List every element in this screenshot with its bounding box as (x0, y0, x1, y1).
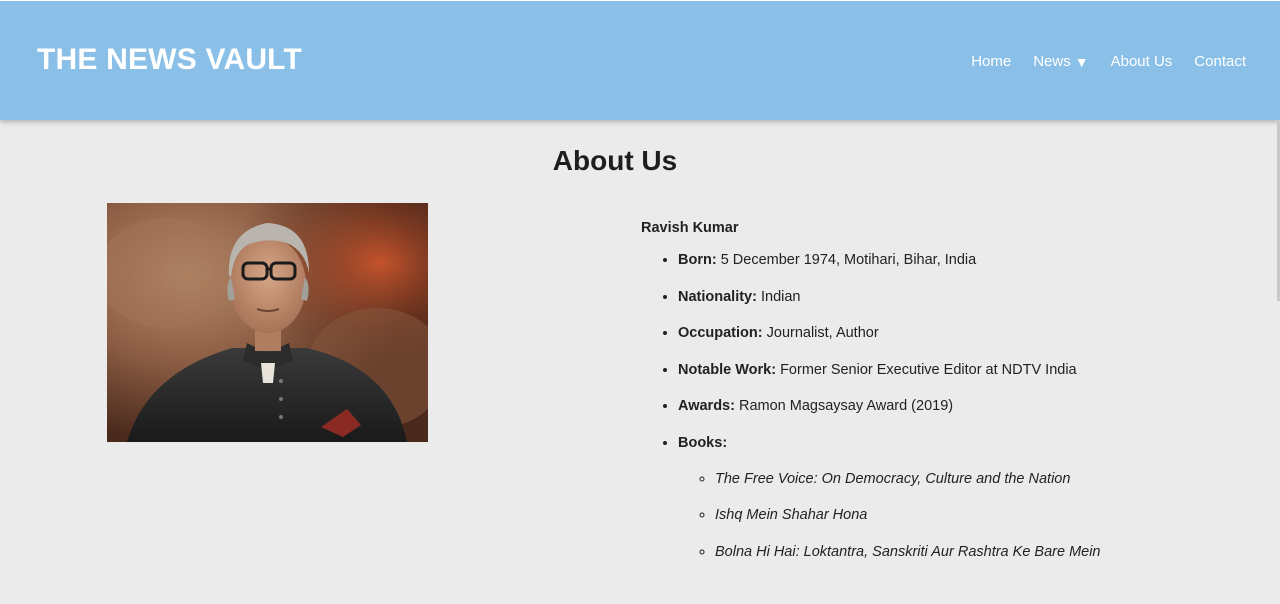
fact-books: Books: The Free Voice: On Democracy, Cul… (678, 435, 1201, 561)
fact-awards: Awards: Ramon Magsaysay Award (2019) (678, 398, 1201, 415)
fact-label: Awards: (678, 398, 735, 414)
fact-notable-work: Notable Work: Former Senior Executive Ed… (678, 362, 1201, 379)
fact-value: Indian (760, 288, 801, 305)
fact-value: Ramon Magsaysay Award (2019) (738, 398, 954, 414)
profile-photo (107, 203, 428, 442)
main-nav: Home News ▼ About Us Contact (971, 53, 1246, 70)
person-name: Ravish Kumar (641, 220, 739, 236)
nav-about[interactable]: About Us (1111, 53, 1173, 70)
fact-nationality: Nationality: Indian (678, 289, 1201, 306)
fact-label: Born: (678, 252, 717, 268)
fact-value: Journalist, Author (766, 325, 879, 341)
nav-news[interactable]: News ▼ (1033, 53, 1088, 70)
book-item: Bolna Hi Hai: Loktantra, Sanskriti Aur R… (715, 544, 1201, 561)
fact-label: Notable Work: (678, 361, 777, 378)
facts-list: Born: 5 December 1974, Motihari, Bihar, … (641, 252, 1201, 561)
fact-label: Occupation: (678, 325, 763, 341)
fact-occupation: Occupation: Journalist, Author (678, 325, 1201, 342)
fact-label: Books: (678, 434, 728, 451)
page-title: About Us (552, 145, 678, 176)
nav-home[interactable]: Home (971, 53, 1011, 70)
fact-value: 5 December 1974, Motihari, Bihar, India (720, 252, 977, 268)
fact-label: Nationality: (678, 288, 757, 305)
caret-down-icon: ▼ (1074, 53, 1089, 70)
site-title[interactable]: THE NEWS VAULT (37, 43, 302, 77)
fact-born: Born: 5 December 1974, Motihari, Bihar, … (678, 252, 1201, 269)
book-item: Ishq Mein Shahar Hona (715, 507, 1201, 524)
nav-contact[interactable]: Contact (1194, 53, 1246, 70)
book-item: The Free Voice: On Democracy, Culture an… (715, 471, 1201, 488)
site-header: THE NEWS VAULT Home News ▼ About Us Cont… (0, 0, 1280, 120)
profile-info: Ravish Kumar Born: 5 December 1974, Moti… (641, 220, 1201, 580)
books-list: The Free Voice: On Democracy, Culture an… (678, 471, 1201, 561)
fact-value: Former Senior Executive Editor at NDTV I… (780, 361, 1077, 378)
nav-news-label: News (1033, 53, 1071, 70)
